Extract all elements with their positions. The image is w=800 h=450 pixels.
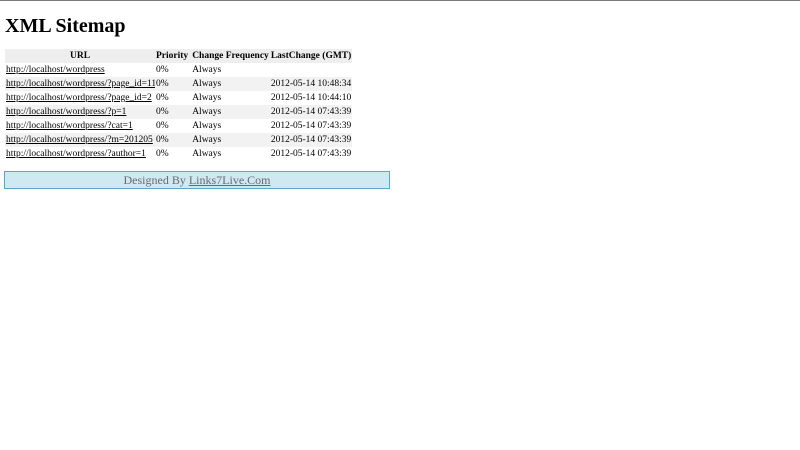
change-frequency-cell: Always [189,133,270,147]
table-row: http://localhost/wordpress/?page_id=11 0… [5,77,353,91]
page-title: XML Sitemap [5,15,126,37]
header-priority: Priority [155,49,190,63]
last-change-cell: 2012-05-14 07:43:39 [269,133,353,147]
url-cell: http://localhost/wordpress/?author=1 [5,147,155,161]
url-cell: http://localhost/wordpress/?p=1 [5,105,155,119]
change-frequency-cell: Always [189,147,270,161]
url-link[interactable]: http://localhost/wordpress/?page_id=11 [6,79,155,89]
last-change-cell: 2012-05-14 07:43:39 [269,147,353,161]
table-row: http://localhost/wordpress/?cat=1 0% Alw… [5,119,353,133]
sitemap-table: URL Priority Change Frequency LastChange… [5,49,353,161]
priority-cell: 0% [155,133,190,147]
url-link[interactable]: http://localhost/wordpress [6,65,105,75]
change-frequency-cell: Always [189,105,270,119]
change-frequency-cell: Always [189,77,270,91]
table-row: http://localhost/wordpress/?m=201205 0% … [5,133,353,147]
header-last-change: LastChange (GMT) [269,49,353,63]
url-cell: http://localhost/wordpress/?page_id=11 [5,77,155,91]
table-header-row: URL Priority Change Frequency LastChange… [5,49,353,63]
url-cell: http://localhost/wordpress/?cat=1 [5,119,155,133]
table-row: http://localhost/wordpress/?page_id=2 0%… [5,91,353,105]
change-frequency-cell: Always [189,63,270,77]
url-link[interactable]: http://localhost/wordpress/?p=1 [6,107,126,117]
url-cell: http://localhost/wordpress/?page_id=2 [5,91,155,105]
header-change-frequency: Change Frequency [189,49,270,63]
change-frequency-cell: Always [189,119,270,133]
table-row: http://localhost/wordpress/?p=1 0% Alway… [5,105,353,119]
priority-cell: 0% [155,91,190,105]
priority-cell: 0% [155,63,190,77]
url-cell: http://localhost/wordpress [5,63,155,77]
footer-prefix: Designed By [123,173,186,187]
url-link[interactable]: http://localhost/wordpress/?author=1 [6,149,146,159]
table-row: http://localhost/wordpress 0% Always [5,63,353,77]
table-row: http://localhost/wordpress/?author=1 0% … [5,147,353,161]
last-change-cell: 2012-05-14 10:44:10 [269,91,353,105]
url-cell: http://localhost/wordpress/?m=201205 [5,133,155,147]
change-frequency-cell: Always [189,91,270,105]
last-change-cell [269,63,353,77]
priority-cell: 0% [155,105,190,119]
url-link[interactable]: http://localhost/wordpress/?m=201205 [6,135,153,145]
priority-cell: 0% [155,77,190,91]
url-link[interactable]: http://localhost/wordpress/?page_id=2 [6,93,152,103]
footer-credit: Designed By Links7Live.Com [4,171,390,189]
footer-link[interactable]: Links7Live.Com [189,173,271,187]
last-change-cell: 2012-05-14 07:43:39 [269,119,353,133]
url-link[interactable]: http://localhost/wordpress/?cat=1 [6,121,133,131]
last-change-cell: 2012-05-14 10:48:34 [269,77,353,91]
priority-cell: 0% [155,119,190,133]
priority-cell: 0% [155,147,190,161]
header-url: URL [5,49,155,63]
last-change-cell: 2012-05-14 07:43:39 [269,105,353,119]
